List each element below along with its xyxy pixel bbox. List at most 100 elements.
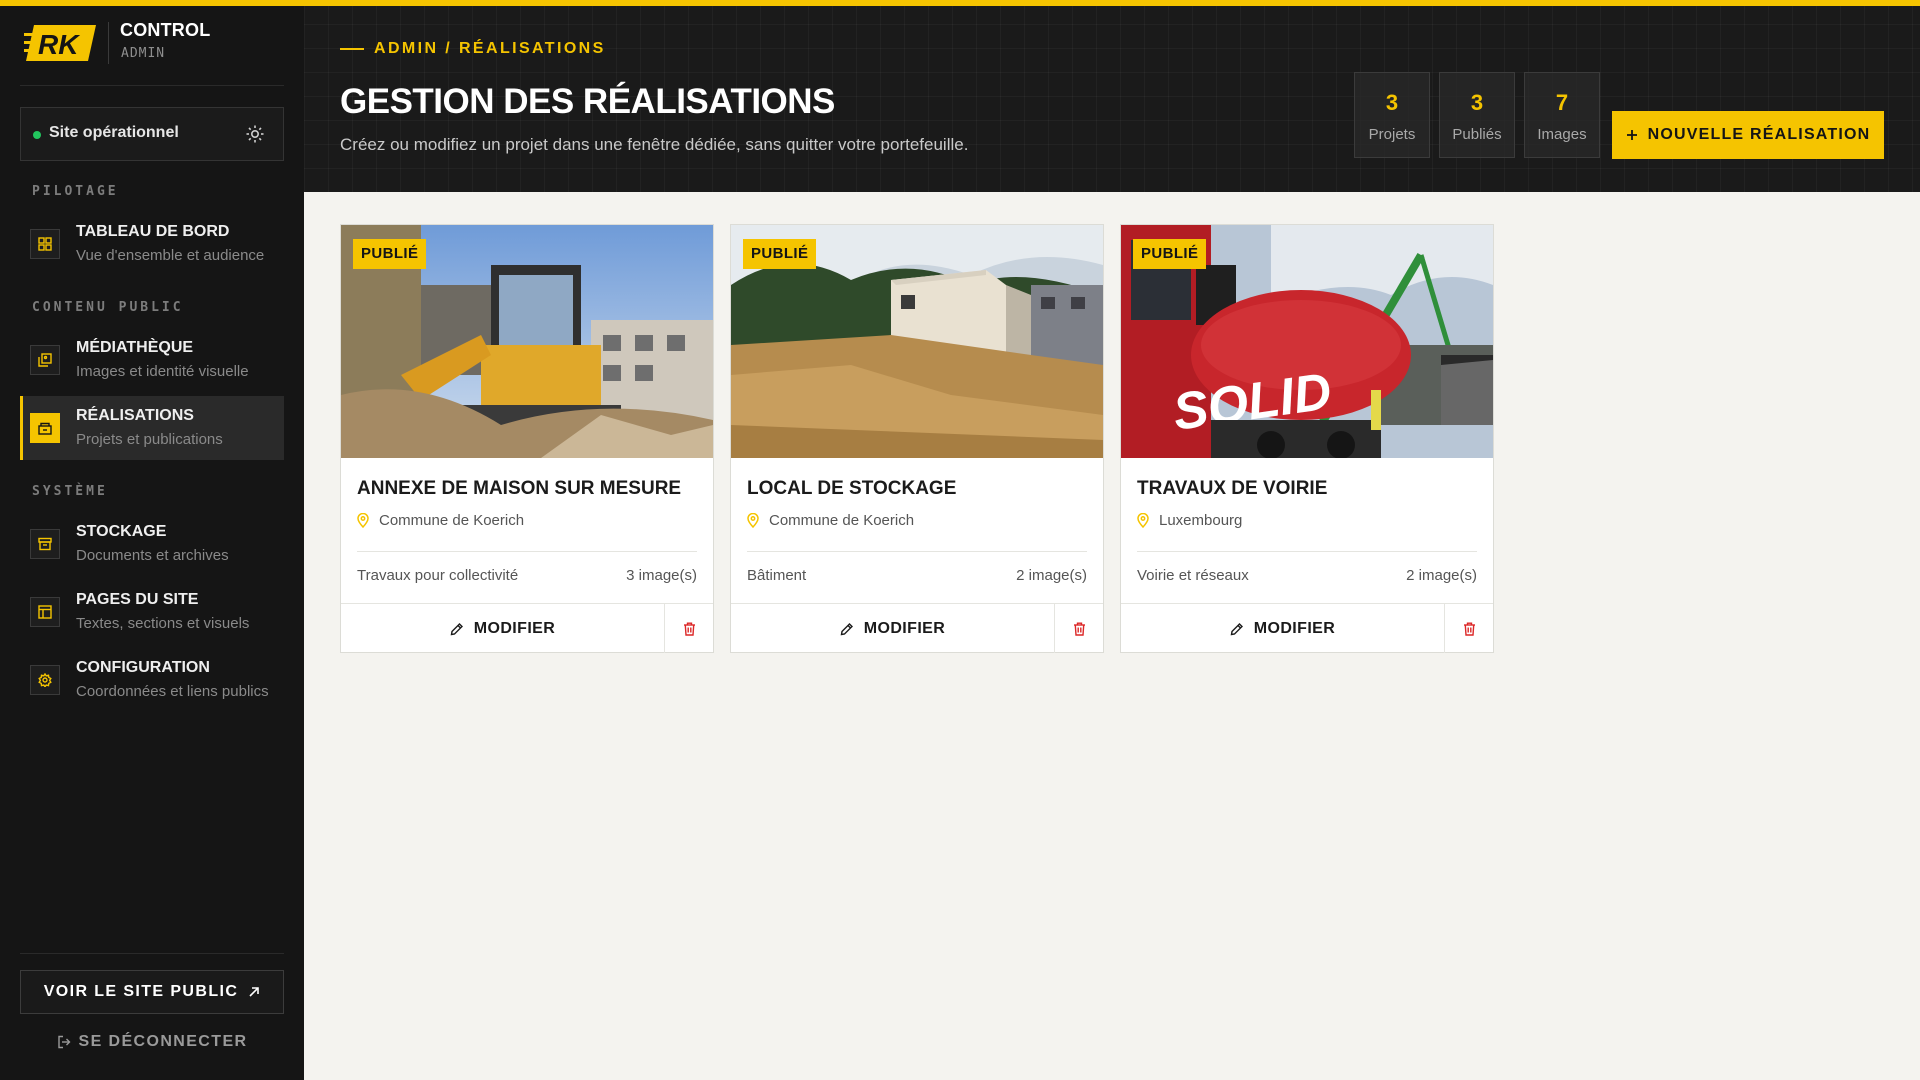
modify-label: MODIFIER	[473, 619, 556, 637]
page-title: GESTION DES RÉALISATIONS	[340, 82, 835, 121]
modify-label: MODIFIER	[1253, 619, 1336, 637]
sidebar-item-configuration[interactable]: CONFIGURATION Coordonnées et liens publi…	[20, 648, 284, 712]
view-public-site-label: VOIR LE SITE PUBLIC	[43, 983, 239, 1000]
stat-label: Projets	[1368, 126, 1416, 143]
sidebar-item-subtitle: Projets et publications	[76, 431, 223, 448]
logout-icon	[57, 1035, 71, 1049]
sidebar-item-subtitle: Textes, sections et visuels	[76, 615, 250, 632]
projects-icon	[30, 413, 60, 443]
sidebar-item-title: MÉDIATHÈQUE	[76, 339, 194, 356]
brand-subtitle: ADMIN	[121, 46, 166, 61]
project-location-text: Commune de Koerich	[769, 512, 915, 529]
external-link-icon	[249, 987, 260, 997]
sidebar-item-pages[interactable]: PAGES DU SITE Textes, sections et visuel…	[20, 580, 284, 644]
status-badge: PUBLIÉ	[353, 239, 427, 269]
project-category: Bâtiment	[747, 567, 807, 584]
project-category: Travaux pour collectivité	[357, 567, 519, 584]
project-location: Luxembourg	[1137, 512, 1242, 529]
project-category: Voirie et réseaux	[1137, 567, 1249, 584]
project-image[interactable]: PUBLIÉ	[731, 225, 1103, 458]
stat-images: 7 Images	[1524, 72, 1600, 158]
logo: RK	[24, 25, 96, 61]
card-divider	[1137, 551, 1477, 552]
project-card[interactable]: PUBLIÉ LOCAL DE STOCKAGE Commune de Koer…	[730, 224, 1104, 653]
status-badge: PUBLIÉ	[1133, 239, 1207, 269]
pages-icon	[30, 597, 60, 627]
breadcrumb: ADMIN / RÉALISATIONS	[340, 40, 606, 58]
location-pin-icon	[1137, 513, 1149, 528]
card-divider	[357, 551, 697, 552]
trash-icon	[1463, 622, 1475, 636]
section-label-contenu-public: CONTENU PUBLIC	[32, 300, 184, 315]
stat-label: Images	[1537, 126, 1587, 143]
stat-projects: 3 Projets	[1354, 72, 1430, 158]
card-divider	[747, 551, 1087, 552]
page-subtitle: Créez ou modifiez un projet dans une fen…	[340, 135, 969, 154]
project-card[interactable]: PUBLIÉ ANNEXE DE MAISON SUR MESURE Commu…	[340, 224, 714, 653]
archive-icon	[30, 529, 60, 559]
card-actions: MODIFIER	[341, 603, 713, 653]
delete-button[interactable]	[1055, 604, 1103, 653]
modify-button[interactable]: MODIFIER	[731, 604, 1055, 653]
sidebar-item-title: PAGES DU SITE	[76, 591, 199, 608]
project-title: LOCAL DE STOCKAGE	[747, 478, 957, 499]
delete-button[interactable]	[1445, 604, 1493, 653]
brand[interactable]: RK CONTROL ADMIN	[20, 18, 284, 86]
project-image[interactable]: PUBLIÉ	[341, 225, 713, 458]
modify-button[interactable]: MODIFIER	[341, 604, 665, 653]
project-location: Commune de Koerich	[747, 512, 914, 529]
sidebar-item-title: STOCKAGE	[76, 523, 167, 540]
pencil-icon	[1230, 622, 1243, 635]
trash-icon	[683, 622, 695, 636]
location-pin-icon	[747, 513, 759, 528]
sun-icon[interactable]	[245, 124, 265, 144]
trash-icon	[1073, 622, 1085, 636]
stat-value: 3	[1385, 90, 1399, 115]
logout-label: SE DÉCONNECTER	[78, 1033, 248, 1050]
section-label-pilotage: PILOTAGE	[32, 184, 119, 199]
plus-icon	[1626, 130, 1637, 140]
view-public-site-button[interactable]: VOIR LE SITE PUBLIC	[20, 970, 284, 1014]
project-title: TRAVAUX DE VOIRIE	[1137, 478, 1328, 499]
sidebar-item-title: TABLEAU DE BORD	[76, 223, 230, 240]
brand-title: CONTROL	[120, 20, 211, 40]
new-project-label: NOUVELLE RÉALISATION	[1647, 126, 1871, 143]
sidebar-item-stockage[interactable]: STOCKAGE Documents et archives	[20, 512, 284, 576]
settings-icon	[30, 665, 60, 695]
sidebar-item-mediatheque[interactable]: MÉDIATHÈQUE Images et identité visuelle	[20, 328, 284, 392]
sidebar-item-realisations[interactable]: RÉALISATIONS Projets et publications	[20, 396, 284, 460]
modify-label: MODIFIER	[863, 619, 946, 637]
stat-value: 3	[1470, 90, 1484, 115]
stat-published: 3 Publiés	[1439, 72, 1515, 158]
status-label: Site opérationnel	[49, 124, 179, 141]
project-image[interactable]: SOLID PUBLIÉ	[1121, 225, 1493, 458]
logout-button[interactable]: SE DÉCONNECTER	[20, 1030, 284, 1054]
sidebar-item-subtitle: Images et identité visuelle	[76, 363, 249, 380]
project-location-text: Commune de Koerich	[379, 512, 525, 529]
modify-button[interactable]: MODIFIER	[1121, 604, 1445, 653]
sidebar-item-dashboard[interactable]: TABLEAU DE BORD Vue d'ensemble et audien…	[20, 212, 284, 276]
brand-separator	[108, 22, 109, 64]
status-badge: PUBLIÉ	[743, 239, 817, 269]
pencil-icon	[840, 622, 853, 635]
dashboard-icon	[30, 229, 60, 259]
project-card[interactable]: SOLID PUBLIÉ TRAVAUX DE VOIRIE Luxembour…	[1120, 224, 1494, 653]
sidebar-item-subtitle: Vue d'ensemble et audience	[76, 247, 265, 264]
sidebar-item-title: RÉALISATIONS	[76, 407, 194, 424]
location-pin-icon	[357, 513, 369, 528]
sidebar-item-subtitle: Coordonnées et liens publics	[76, 683, 269, 700]
svg-text:RK: RK	[38, 29, 80, 60]
project-title: ANNEXE DE MAISON SUR MESURE	[357, 478, 682, 499]
breadcrumb-dash	[340, 48, 364, 50]
page-header: ADMIN / RÉALISATIONS GESTION DES RÉALISA…	[304, 0, 1920, 192]
new-project-button[interactable]: NOUVELLE RÉALISATION	[1612, 111, 1884, 159]
project-image-count: 3 image(s)	[626, 567, 697, 584]
card-actions: MODIFIER	[1121, 603, 1493, 653]
card-actions: MODIFIER	[731, 603, 1103, 653]
sidebar-item-title: CONFIGURATION	[76, 659, 210, 676]
project-location-text: Luxembourg	[1159, 512, 1243, 529]
accent-top-bar	[0, 0, 1920, 6]
project-image-count: 2 image(s)	[1406, 567, 1477, 584]
project-location: Commune de Koerich	[357, 512, 524, 529]
delete-button[interactable]	[665, 604, 713, 653]
